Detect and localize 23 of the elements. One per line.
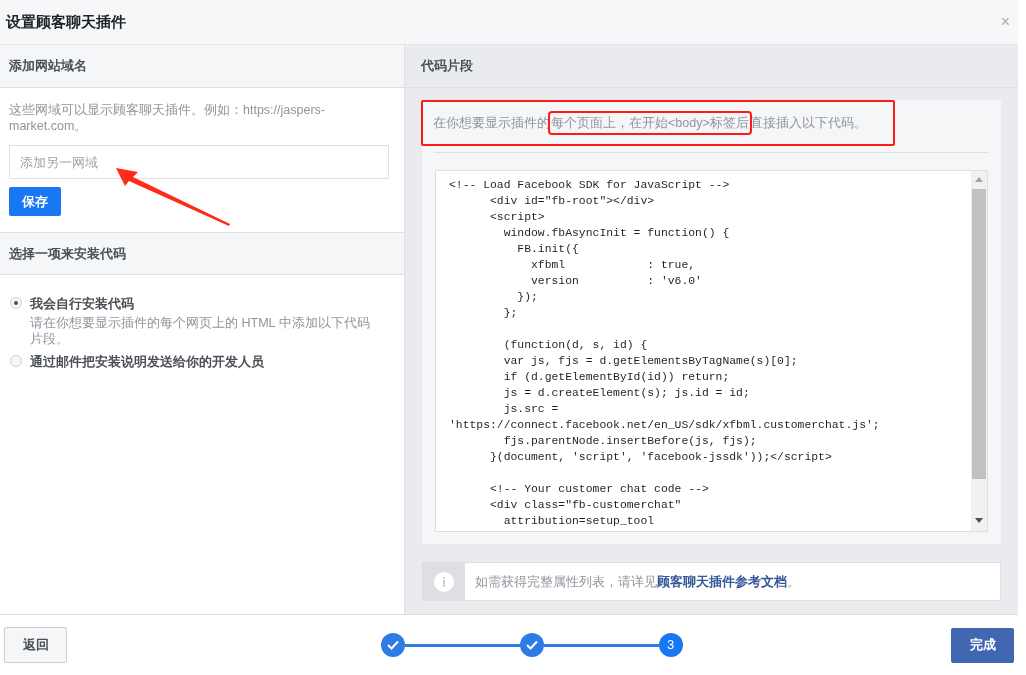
radio-button[interactable]	[10, 355, 22, 367]
check-icon	[525, 640, 538, 650]
section-header: 代码片段	[405, 45, 1018, 88]
scroll-down-icon[interactable]	[975, 518, 983, 523]
option-description: 请在你想要显示插件的每个网页上的 HTML 中添加以下代码片段。	[30, 315, 371, 347]
radio-button[interactable]	[10, 297, 22, 309]
option-label[interactable]: 我会自行安装代码	[30, 295, 380, 312]
reference-docs-link[interactable]: 顾客聊天插件参考文档	[657, 571, 787, 592]
finish-button[interactable]: 完成	[951, 627, 1014, 663]
scroll-up-icon[interactable]	[975, 177, 983, 182]
info-icon	[434, 571, 454, 592]
domain-description: 这些网域可以显示顾客聊天插件。例如：https://jaspers-market.com。	[9, 102, 326, 134]
info-text: 如需获得完整属性列表，请详见顾客聊天插件参考文档。	[465, 563, 810, 600]
check-icon	[386, 640, 399, 650]
save-button[interactable]: 保存	[9, 187, 61, 216]
step-current: 3	[658, 633, 683, 657]
option-label[interactable]: 通过邮件把安装说明发送给你的开发人员	[30, 353, 264, 370]
dialog-title: 设置顾客聊天插件	[6, 11, 126, 32]
section-header: 添加网站域名	[0, 45, 404, 88]
scrollbar[interactable]	[971, 171, 987, 531]
code-snippet: <!-- Load Facebook SDK for JavaScript --> <div id="fb-root"></div> <script> window.fbAsyncInit = function() { FB.init({ xfbml : true, version : 'v6.0' }); }; (function(d, s, id) { var js, fjs = d.getElementsByTagName(s)[0]; if (d.getElementById(id)) return; js = d.createElement(s); js.id = id; js.src = 'https://connect.facebook.net/en_US/sdk/xfbml.customerchat.js'; fjs.parentNode.insertBefore(js, fjs); }(document, 'script', 'facebook-jssdk'));</script> <!-- Your customer chat code --> <div class="fb-customerchat" attribution=setup_tool	[448, 178, 881, 529]
back-button[interactable]: 返回	[4, 627, 67, 663]
section-header: 选择一项来安装代码	[0, 233, 404, 275]
